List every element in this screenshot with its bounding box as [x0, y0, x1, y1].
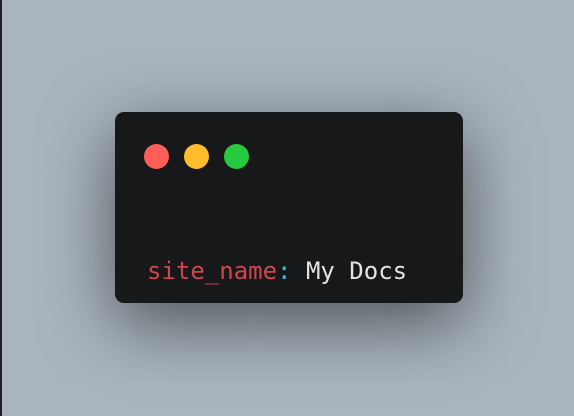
- close-dot-icon[interactable]: [144, 144, 169, 169]
- page-background: site_name: My Docs: [0, 0, 574, 416]
- minimize-dot-icon[interactable]: [184, 144, 209, 169]
- code-window: site_name: My Docs: [115, 112, 463, 303]
- config-key: site_name: [147, 257, 278, 285]
- code-line: site_name: My Docs: [147, 254, 407, 288]
- key-value-separator: :: [277, 257, 292, 285]
- maximize-dot-icon[interactable]: [224, 144, 249, 169]
- config-value: My Docs: [291, 257, 408, 285]
